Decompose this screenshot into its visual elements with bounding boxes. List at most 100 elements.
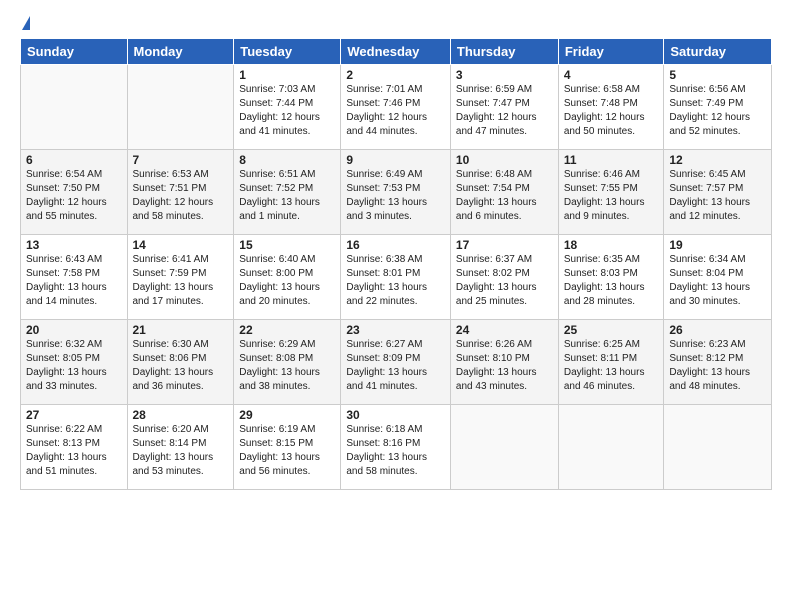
day-number: 10 bbox=[456, 153, 553, 167]
page: SundayMondayTuesdayWednesdayThursdayFrid… bbox=[0, 0, 792, 500]
day-info: Sunrise: 6:49 AM Sunset: 7:53 PM Dayligh… bbox=[346, 168, 445, 224]
day-info: Sunrise: 6:40 AM Sunset: 8:00 PM Dayligh… bbox=[239, 253, 335, 309]
day-number: 24 bbox=[456, 323, 553, 337]
calendar-week-5: 27Sunrise: 6:22 AM Sunset: 8:13 PM Dayli… bbox=[21, 405, 772, 490]
day-info: Sunrise: 6:18 AM Sunset: 8:16 PM Dayligh… bbox=[346, 423, 445, 479]
day-info: Sunrise: 6:51 AM Sunset: 7:52 PM Dayligh… bbox=[239, 168, 335, 224]
calendar-cell bbox=[450, 405, 558, 490]
day-info: Sunrise: 6:46 AM Sunset: 7:55 PM Dayligh… bbox=[564, 168, 659, 224]
day-info: Sunrise: 6:19 AM Sunset: 8:15 PM Dayligh… bbox=[239, 423, 335, 479]
calendar-cell: 11Sunrise: 6:46 AM Sunset: 7:55 PM Dayli… bbox=[558, 150, 664, 235]
day-number: 11 bbox=[564, 153, 659, 167]
day-info: Sunrise: 6:58 AM Sunset: 7:48 PM Dayligh… bbox=[564, 83, 659, 139]
calendar-cell: 12Sunrise: 6:45 AM Sunset: 7:57 PM Dayli… bbox=[664, 150, 772, 235]
day-number: 27 bbox=[26, 408, 122, 422]
day-number: 17 bbox=[456, 238, 553, 252]
day-number: 19 bbox=[669, 238, 766, 252]
day-info: Sunrise: 6:45 AM Sunset: 7:57 PM Dayligh… bbox=[669, 168, 766, 224]
calendar-cell bbox=[558, 405, 664, 490]
day-number: 12 bbox=[669, 153, 766, 167]
day-info: Sunrise: 6:34 AM Sunset: 8:04 PM Dayligh… bbox=[669, 253, 766, 309]
header bbox=[20, 16, 772, 32]
day-info: Sunrise: 6:25 AM Sunset: 8:11 PM Dayligh… bbox=[564, 338, 659, 394]
calendar-cell: 5Sunrise: 6:56 AM Sunset: 7:49 PM Daylig… bbox=[664, 65, 772, 150]
day-number: 20 bbox=[26, 323, 122, 337]
day-info: Sunrise: 6:56 AM Sunset: 7:49 PM Dayligh… bbox=[669, 83, 766, 139]
calendar-cell: 1Sunrise: 7:03 AM Sunset: 7:44 PM Daylig… bbox=[234, 65, 341, 150]
calendar-cell bbox=[21, 65, 128, 150]
day-info: Sunrise: 6:35 AM Sunset: 8:03 PM Dayligh… bbox=[564, 253, 659, 309]
calendar-cell: 19Sunrise: 6:34 AM Sunset: 8:04 PM Dayli… bbox=[664, 235, 772, 320]
day-info: Sunrise: 6:48 AM Sunset: 7:54 PM Dayligh… bbox=[456, 168, 553, 224]
day-number: 14 bbox=[133, 238, 229, 252]
calendar-cell: 14Sunrise: 6:41 AM Sunset: 7:59 PM Dayli… bbox=[127, 235, 234, 320]
calendar-cell: 30Sunrise: 6:18 AM Sunset: 8:16 PM Dayli… bbox=[341, 405, 451, 490]
day-number: 18 bbox=[564, 238, 659, 252]
calendar-cell: 22Sunrise: 6:29 AM Sunset: 8:08 PM Dayli… bbox=[234, 320, 341, 405]
day-number: 9 bbox=[346, 153, 445, 167]
day-info: Sunrise: 7:01 AM Sunset: 7:46 PM Dayligh… bbox=[346, 83, 445, 139]
calendar-table: SundayMondayTuesdayWednesdayThursdayFrid… bbox=[20, 38, 772, 490]
day-number: 26 bbox=[669, 323, 766, 337]
day-info: Sunrise: 6:30 AM Sunset: 8:06 PM Dayligh… bbox=[133, 338, 229, 394]
day-number: 23 bbox=[346, 323, 445, 337]
day-number: 13 bbox=[26, 238, 122, 252]
logo bbox=[20, 16, 30, 32]
calendar-cell: 26Sunrise: 6:23 AM Sunset: 8:12 PM Dayli… bbox=[664, 320, 772, 405]
calendar-week-1: 1Sunrise: 7:03 AM Sunset: 7:44 PM Daylig… bbox=[21, 65, 772, 150]
day-number: 28 bbox=[133, 408, 229, 422]
calendar-week-3: 13Sunrise: 6:43 AM Sunset: 7:58 PM Dayli… bbox=[21, 235, 772, 320]
day-number: 5 bbox=[669, 68, 766, 82]
calendar-cell: 6Sunrise: 6:54 AM Sunset: 7:50 PM Daylig… bbox=[21, 150, 128, 235]
calendar-header-thursday: Thursday bbox=[450, 39, 558, 65]
day-info: Sunrise: 6:59 AM Sunset: 7:47 PM Dayligh… bbox=[456, 83, 553, 139]
calendar-cell: 17Sunrise: 6:37 AM Sunset: 8:02 PM Dayli… bbox=[450, 235, 558, 320]
calendar-week-4: 20Sunrise: 6:32 AM Sunset: 8:05 PM Dayli… bbox=[21, 320, 772, 405]
day-number: 4 bbox=[564, 68, 659, 82]
day-info: Sunrise: 6:53 AM Sunset: 7:51 PM Dayligh… bbox=[133, 168, 229, 224]
calendar-cell: 16Sunrise: 6:38 AM Sunset: 8:01 PM Dayli… bbox=[341, 235, 451, 320]
day-number: 22 bbox=[239, 323, 335, 337]
calendar-cell: 24Sunrise: 6:26 AM Sunset: 8:10 PM Dayli… bbox=[450, 320, 558, 405]
day-number: 7 bbox=[133, 153, 229, 167]
calendar-cell: 10Sunrise: 6:48 AM Sunset: 7:54 PM Dayli… bbox=[450, 150, 558, 235]
calendar-cell: 18Sunrise: 6:35 AM Sunset: 8:03 PM Dayli… bbox=[558, 235, 664, 320]
day-info: Sunrise: 6:54 AM Sunset: 7:50 PM Dayligh… bbox=[26, 168, 122, 224]
day-info: Sunrise: 6:20 AM Sunset: 8:14 PM Dayligh… bbox=[133, 423, 229, 479]
day-info: Sunrise: 6:22 AM Sunset: 8:13 PM Dayligh… bbox=[26, 423, 122, 479]
calendar-cell: 29Sunrise: 6:19 AM Sunset: 8:15 PM Dayli… bbox=[234, 405, 341, 490]
calendar-cell: 23Sunrise: 6:27 AM Sunset: 8:09 PM Dayli… bbox=[341, 320, 451, 405]
day-number: 21 bbox=[133, 323, 229, 337]
calendar-cell: 9Sunrise: 6:49 AM Sunset: 7:53 PM Daylig… bbox=[341, 150, 451, 235]
day-number: 3 bbox=[456, 68, 553, 82]
day-number: 16 bbox=[346, 238, 445, 252]
calendar-cell: 4Sunrise: 6:58 AM Sunset: 7:48 PM Daylig… bbox=[558, 65, 664, 150]
calendar-header-monday: Monday bbox=[127, 39, 234, 65]
day-number: 8 bbox=[239, 153, 335, 167]
calendar-body: 1Sunrise: 7:03 AM Sunset: 7:44 PM Daylig… bbox=[21, 65, 772, 490]
calendar-cell: 2Sunrise: 7:01 AM Sunset: 7:46 PM Daylig… bbox=[341, 65, 451, 150]
logo-triangle-icon bbox=[22, 16, 30, 30]
calendar-header-wednesday: Wednesday bbox=[341, 39, 451, 65]
calendar-cell: 25Sunrise: 6:25 AM Sunset: 8:11 PM Dayli… bbox=[558, 320, 664, 405]
calendar-cell: 20Sunrise: 6:32 AM Sunset: 8:05 PM Dayli… bbox=[21, 320, 128, 405]
day-info: Sunrise: 6:23 AM Sunset: 8:12 PM Dayligh… bbox=[669, 338, 766, 394]
day-number: 25 bbox=[564, 323, 659, 337]
day-info: Sunrise: 6:32 AM Sunset: 8:05 PM Dayligh… bbox=[26, 338, 122, 394]
day-info: Sunrise: 6:29 AM Sunset: 8:08 PM Dayligh… bbox=[239, 338, 335, 394]
day-info: Sunrise: 6:38 AM Sunset: 8:01 PM Dayligh… bbox=[346, 253, 445, 309]
calendar-header-saturday: Saturday bbox=[664, 39, 772, 65]
calendar-week-2: 6Sunrise: 6:54 AM Sunset: 7:50 PM Daylig… bbox=[21, 150, 772, 235]
day-number: 15 bbox=[239, 238, 335, 252]
day-info: Sunrise: 6:26 AM Sunset: 8:10 PM Dayligh… bbox=[456, 338, 553, 394]
calendar-header-row: SundayMondayTuesdayWednesdayThursdayFrid… bbox=[21, 39, 772, 65]
calendar-cell: 15Sunrise: 6:40 AM Sunset: 8:00 PM Dayli… bbox=[234, 235, 341, 320]
calendar-cell: 7Sunrise: 6:53 AM Sunset: 7:51 PM Daylig… bbox=[127, 150, 234, 235]
calendar-header-friday: Friday bbox=[558, 39, 664, 65]
calendar-cell: 21Sunrise: 6:30 AM Sunset: 8:06 PM Dayli… bbox=[127, 320, 234, 405]
calendar-header-tuesday: Tuesday bbox=[234, 39, 341, 65]
day-info: Sunrise: 6:27 AM Sunset: 8:09 PM Dayligh… bbox=[346, 338, 445, 394]
calendar-cell: 27Sunrise: 6:22 AM Sunset: 8:13 PM Dayli… bbox=[21, 405, 128, 490]
day-info: Sunrise: 6:43 AM Sunset: 7:58 PM Dayligh… bbox=[26, 253, 122, 309]
calendar-cell: 3Sunrise: 6:59 AM Sunset: 7:47 PM Daylig… bbox=[450, 65, 558, 150]
